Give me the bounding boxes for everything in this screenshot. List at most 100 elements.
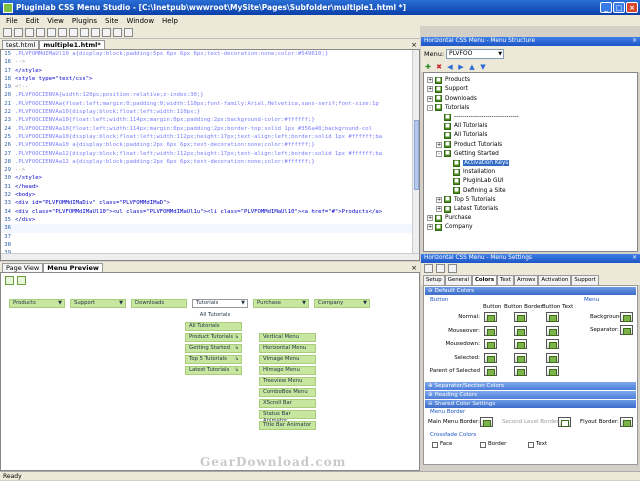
code-editor[interactable]: 15 .PLVFOMMdIMaUl10 a{display:block;paddi… (0, 49, 420, 261)
dropdown-item[interactable]: Latest Tutorials ↳ (185, 366, 242, 375)
button-color-swatch[interactable] (484, 366, 497, 376)
open-folder-icon[interactable] (14, 27, 23, 37)
dropdown-item[interactable]: All Tutorials (185, 322, 242, 331)
tab-setup[interactable]: Setup (423, 275, 445, 285)
move-up-icon[interactable]: ▲ (468, 63, 476, 71)
flyout-border-swatch[interactable] (620, 417, 633, 427)
nav-downloads[interactable]: Downloads (131, 299, 187, 308)
section-default-colors[interactable]: ⊖ Default Colors (425, 287, 636, 295)
move-down-icon[interactable]: ▼ (479, 63, 487, 71)
submenu-item[interactable]: Vertical Menu (259, 333, 316, 342)
tree-item[interactable]: ■ Installation (445, 168, 495, 177)
tree-item[interactable]: + ■ Downloads (427, 94, 477, 103)
move-right-icon[interactable]: ▶ (457, 63, 465, 71)
tab-text[interactable]: Text (497, 275, 514, 285)
nav-tutorials[interactable]: Tutorials ▼ (192, 299, 248, 308)
tree-item[interactable]: + ■ Company (427, 223, 473, 232)
button-color-swatch[interactable] (484, 339, 497, 349)
menu-plugins[interactable]: Plugins (68, 17, 101, 25)
minimize-button[interactable]: _ (600, 2, 612, 13)
tab-activation[interactable]: Activation (538, 275, 572, 285)
save-all-icon[interactable] (36, 27, 45, 37)
tree-item[interactable]: + ■ Products (427, 76, 470, 85)
close-preview-icon[interactable]: × (411, 264, 417, 272)
menu-background-swatch[interactable] (620, 312, 633, 322)
tab-menu-preview[interactable]: Menu Preview (43, 263, 103, 272)
crossfade-text-checkbox[interactable] (528, 442, 534, 448)
preview-icon[interactable] (113, 27, 122, 37)
menu-help[interactable]: Help (158, 17, 182, 25)
collapse-icon[interactable]: - (436, 150, 442, 157)
nav-purchase[interactable]: Purchase ▼ (253, 299, 309, 308)
dropdown-item[interactable]: Top 5 Tutorials ↳ (185, 355, 242, 364)
submenu-item[interactable]: Treeview Menu (259, 377, 316, 386)
button-border-swatch[interactable] (514, 352, 527, 363)
tree-item[interactable]: ■ All Tutorials (436, 131, 487, 140)
undo-icon[interactable] (80, 27, 89, 37)
button-text-swatch[interactable] (546, 339, 559, 349)
submenu-item[interactable]: XScroll Bar (259, 399, 316, 408)
expand-icon[interactable]: + (427, 86, 433, 93)
tree-item[interactable]: + ■ Product Tutorials (436, 140, 502, 149)
button-border-swatch[interactable] (514, 366, 527, 376)
tab-support[interactable]: Support (571, 275, 599, 285)
tree-item[interactable]: ■ All Tutorials (436, 122, 487, 131)
tree-item[interactable]: + ■ Purchase (427, 214, 471, 223)
collapse-icon[interactable]: - (427, 104, 433, 111)
expand-icon[interactable]: + (427, 77, 433, 84)
preview-settings-icon[interactable] (17, 276, 26, 285)
move-left-icon[interactable]: ◀ (446, 63, 454, 71)
paste-icon[interactable] (69, 27, 78, 37)
button-color-swatch[interactable] (484, 352, 497, 363)
section-shared-colors[interactable]: ⊖ Shared Color Settings (425, 400, 636, 408)
tree-item[interactable]: ■ Defining a Site (445, 186, 506, 195)
preview-refresh-icon[interactable] (5, 276, 14, 285)
cut-icon[interactable] (47, 27, 56, 37)
submenu-item[interactable]: ComboBox Menu (259, 388, 316, 397)
new-file-icon[interactable] (3, 27, 12, 37)
maximize-button[interactable]: □ (613, 2, 625, 13)
apply-icon[interactable] (448, 264, 457, 273)
save-settings-icon[interactable] (436, 264, 445, 273)
menu-file[interactable]: File (2, 17, 22, 25)
expand-icon[interactable]: + (436, 206, 442, 213)
button-text-swatch[interactable] (546, 325, 559, 336)
button-color-swatch[interactable] (484, 312, 497, 322)
crossfade-face-checkbox[interactable] (432, 442, 438, 448)
add-item-icon[interactable]: ✚ (424, 63, 432, 71)
crossfade-border-checkbox[interactable] (480, 442, 486, 448)
load-settings-icon[interactable] (424, 264, 433, 273)
editor-horizontal-scrollbar[interactable] (1, 253, 419, 260)
tab-arrows[interactable]: Arrows (513, 275, 539, 285)
close-document-icon[interactable]: × (411, 41, 417, 49)
tree-item[interactable]: - ■ Getting Started (436, 150, 499, 159)
tree-item[interactable]: ■ ------------------------------- (436, 113, 519, 122)
dropdown-item[interactable]: Product Tutorials ↳ (185, 333, 242, 342)
button-color-swatch[interactable] (484, 325, 497, 336)
expand-icon[interactable]: + (427, 215, 433, 222)
submenu-item[interactable]: Status Bar Animator (259, 410, 316, 424)
close-settings-icon[interactable]: × (632, 254, 637, 263)
tab-general[interactable]: General (444, 275, 472, 285)
submenu-item[interactable]: VImage Menu (259, 355, 316, 364)
submenu-item[interactable]: Title Bar Animator (259, 421, 316, 430)
nav-support[interactable]: Support ▼ (70, 299, 126, 308)
section-heading-colors[interactable]: ⊕ Heading Colors (425, 391, 636, 399)
plugin-icon[interactable] (124, 27, 133, 37)
tree-item[interactable]: - ■ Tutorials (427, 104, 469, 113)
save-icon[interactable] (25, 27, 34, 37)
button-border-swatch[interactable] (514, 325, 527, 336)
second-level-border-swatch[interactable] (558, 417, 571, 427)
dropdown-item[interactable]: Getting Started ↳ (185, 344, 242, 353)
expand-icon[interactable]: + (436, 141, 442, 148)
button-text-swatch[interactable] (546, 312, 559, 322)
tab-test-html[interactable]: test.html (2, 40, 40, 49)
expand-icon[interactable]: + (436, 196, 442, 203)
button-border-swatch[interactable] (514, 312, 527, 322)
expand-icon[interactable]: + (427, 95, 433, 102)
tree-item[interactable]: ■ Activation Keys (445, 159, 510, 168)
scroll-thumb[interactable] (414, 120, 419, 190)
menu-window[interactable]: Window (122, 17, 158, 25)
close-panel-icon[interactable]: × (632, 37, 637, 46)
main-menu-border-swatch[interactable] (480, 417, 493, 427)
